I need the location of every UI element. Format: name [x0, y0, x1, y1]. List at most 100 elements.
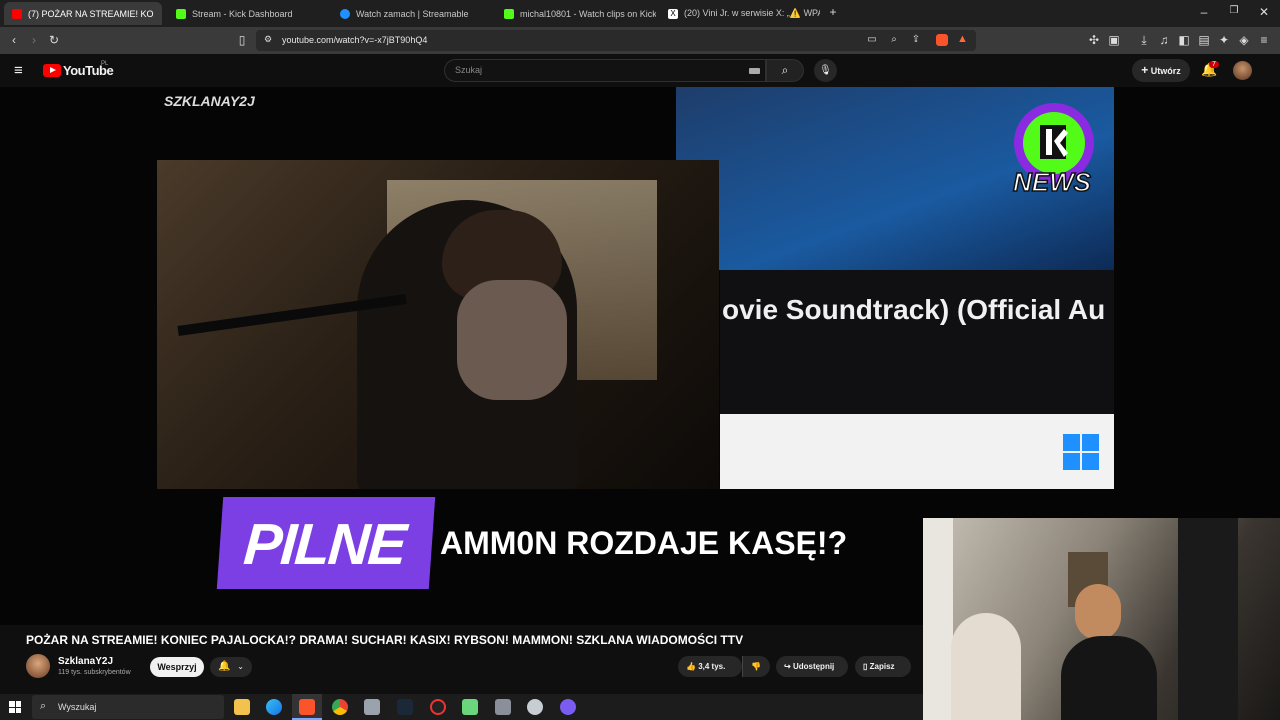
zoom-icon[interactable]: ⌕: [886, 34, 902, 45]
soundtrack-panel: ovie Soundtrack) (Official Au: [720, 270, 1114, 414]
create-label: Utwórz: [1150, 66, 1181, 76]
kick-favicon-icon: [176, 8, 186, 19]
obs-icon[interactable]: [430, 699, 446, 715]
tab-label: michal10801 - Watch clips on Kick: [520, 8, 656, 19]
restore-icon[interactable]: ❐: [1224, 5, 1244, 16]
brave-taskbar-active[interactable]: [292, 694, 322, 720]
curtain: [1178, 518, 1238, 720]
chevron-down-icon: ⌄: [237, 662, 244, 671]
subscription-bell-button[interactable]: 🔔 ⌄: [210, 657, 252, 677]
tab-kick-dashboard[interactable]: Stream - Kick Dashboard: [168, 2, 328, 25]
windows-logo-icon: [1063, 434, 1099, 470]
sidebar-icon[interactable]: ◧: [1176, 33, 1192, 47]
tab-youtube[interactable]: (7) POŻAR NA STREAMIE! KO ×: [4, 2, 162, 25]
search-icon: ⌕: [781, 63, 789, 77]
vpn-app-icon[interactable]: [527, 699, 543, 715]
kick-logo-text: NEWS: [1013, 167, 1092, 197]
search-button[interactable]: ⌕: [766, 59, 804, 82]
file-explorer-icon[interactable]: [234, 699, 250, 715]
url-text[interactable]: youtube.com/watch?v=-x7jBT90hQ4: [282, 35, 427, 45]
bell-icon: 🔔: [218, 661, 231, 672]
tab-label: (20) Vini Jr. w serwisie X: „⚠️ WPADK: [684, 8, 820, 18]
voice-search-button[interactable]: 🎙: [814, 59, 837, 82]
sidebar-tabs-icon[interactable]: ▣: [1106, 33, 1122, 47]
thumbs-down-icon: 👎: [751, 662, 761, 671]
cast-icon[interactable]: ▭: [864, 34, 880, 45]
steam-icon[interactable]: [397, 699, 413, 715]
channel-avatar[interactable]: [26, 654, 50, 678]
tab-x[interactable]: X (20) Vini Jr. w serwisie X: „⚠️ WPADK: [660, 2, 820, 25]
account-avatar[interactable]: [1233, 61, 1252, 80]
create-button[interactable]: + Utwórz: [1132, 59, 1190, 82]
search-placeholder: Szukaj: [455, 65, 483, 75]
back-icon[interactable]: ‹: [6, 33, 22, 47]
reload-icon[interactable]: ↻: [46, 33, 62, 47]
tool-app-icon[interactable]: [495, 699, 511, 715]
app-icon[interactable]: [364, 699, 380, 715]
youtube-favicon-icon: [12, 8, 22, 19]
save-bookmark-icon: ▯: [863, 662, 868, 671]
chrome-icon[interactable]: [332, 699, 348, 715]
channel-name[interactable]: SzklanaY2J: [58, 656, 113, 667]
youtube-header: ≡ YouTube PL Szukaj ⌕ 🎙 + Utwórz 🔔 7: [0, 54, 1280, 87]
kick-news-logo-icon: NEWS: [1012, 103, 1094, 198]
streamer-webcam-frame: [157, 160, 719, 489]
edge-icon[interactable]: [266, 699, 282, 715]
shelf: [923, 518, 953, 720]
hamburger-menu-icon[interactable]: ≡: [14, 62, 23, 79]
windows-start-icon[interactable]: [9, 701, 21, 713]
keyboard-icon[interactable]: [749, 68, 760, 74]
tab-streamable[interactable]: Watch zamach | Streamable: [332, 2, 492, 25]
soundtrack-text: ovie Soundtrack) (Official Au: [722, 294, 1106, 325]
streamer-hands: [457, 280, 567, 400]
thumbs-up-icon: 👍: [686, 662, 696, 671]
news-ticker-text: AMM0N ROZDAJE KASĘ!?: [440, 525, 848, 561]
bookmark-icon[interactable]: ▯: [234, 33, 250, 47]
discord-icon[interactable]: [560, 699, 576, 715]
save-label: Zapisz: [869, 662, 895, 671]
search-input[interactable]: Szukaj: [444, 59, 766, 82]
music-icon[interactable]: ♫: [1156, 33, 1172, 47]
tab-kick-clips[interactable]: michal10801 - Watch clips on Kick: [496, 2, 656, 25]
support-button[interactable]: Wesprzyj: [150, 657, 204, 677]
save-button[interactable]: ▯ Zapisz: [855, 656, 911, 677]
microphone-icon: 🎙: [819, 65, 832, 76]
minimize-icon[interactable]: –: [1194, 5, 1214, 19]
brave-rewards-icon[interactable]: ▲: [957, 33, 968, 45]
dislike-button[interactable]: 👎: [742, 656, 770, 677]
subscriber-count: 119 tys. subskrybentów: [58, 669, 131, 676]
tab-label: (7) POŻAR NA STREAMIE! KO: [28, 8, 154, 19]
windows-taskbar: ⌕ Wyszukaj: [0, 694, 923, 720]
person-right-head: [1075, 584, 1121, 640]
close-window-icon[interactable]: ✕: [1254, 5, 1274, 19]
brave-shields-icon[interactable]: [936, 34, 948, 46]
share-icon[interactable]: ⇪: [908, 34, 924, 45]
menu-icon[interactable]: ≡: [1256, 33, 1272, 47]
taskbar-search-placeholder: Wyszukaj: [58, 702, 97, 712]
new-tab-plus-icon[interactable]: +: [823, 5, 843, 19]
overlay-webcam: [923, 518, 1280, 720]
tab-label: Stream - Kick Dashboard: [192, 8, 293, 19]
leo-ai-icon[interactable]: ✦: [1216, 33, 1232, 47]
site-info-icon[interactable]: ⚙: [260, 34, 276, 45]
streamable-favicon-icon: [340, 8, 350, 19]
channel-watermark: SZKLANAY2J: [164, 93, 255, 109]
youtube-logo-icon[interactable]: [43, 64, 61, 77]
download-icon[interactable]: ⤓: [1136, 33, 1152, 48]
address-bar[interactable]: ⚙ youtube.com/watch?v=-x7jBT90hQ4 ▭ ⌕ ⇪ …: [256, 30, 976, 51]
extensions-icon[interactable]: ✣: [1086, 33, 1102, 47]
x-favicon-icon: X: [668, 8, 678, 19]
pilne-badge: PILNE: [216, 497, 436, 589]
forward-icon[interactable]: ›: [26, 33, 42, 47]
vpn-icon[interactable]: ◈: [1236, 33, 1252, 47]
pilne-text: PILNE: [241, 512, 407, 577]
wallet-icon[interactable]: ▤: [1196, 33, 1212, 47]
windows-desktop-panel: [720, 414, 1114, 489]
search-icon: ⌕: [40, 700, 47, 712]
video-title: POŻAR NA STREAMIE! KONIEC PAJALOCKA!? DR…: [26, 633, 744, 647]
chat-app-icon[interactable]: [462, 699, 478, 715]
kick-favicon-icon: [504, 8, 514, 19]
like-button[interactable]: 👍 3,4 tys.: [678, 656, 742, 677]
share-button[interactable]: ↪ Udostępnij: [776, 656, 848, 677]
taskbar-search-input[interactable]: ⌕ Wyszukaj: [32, 695, 224, 719]
